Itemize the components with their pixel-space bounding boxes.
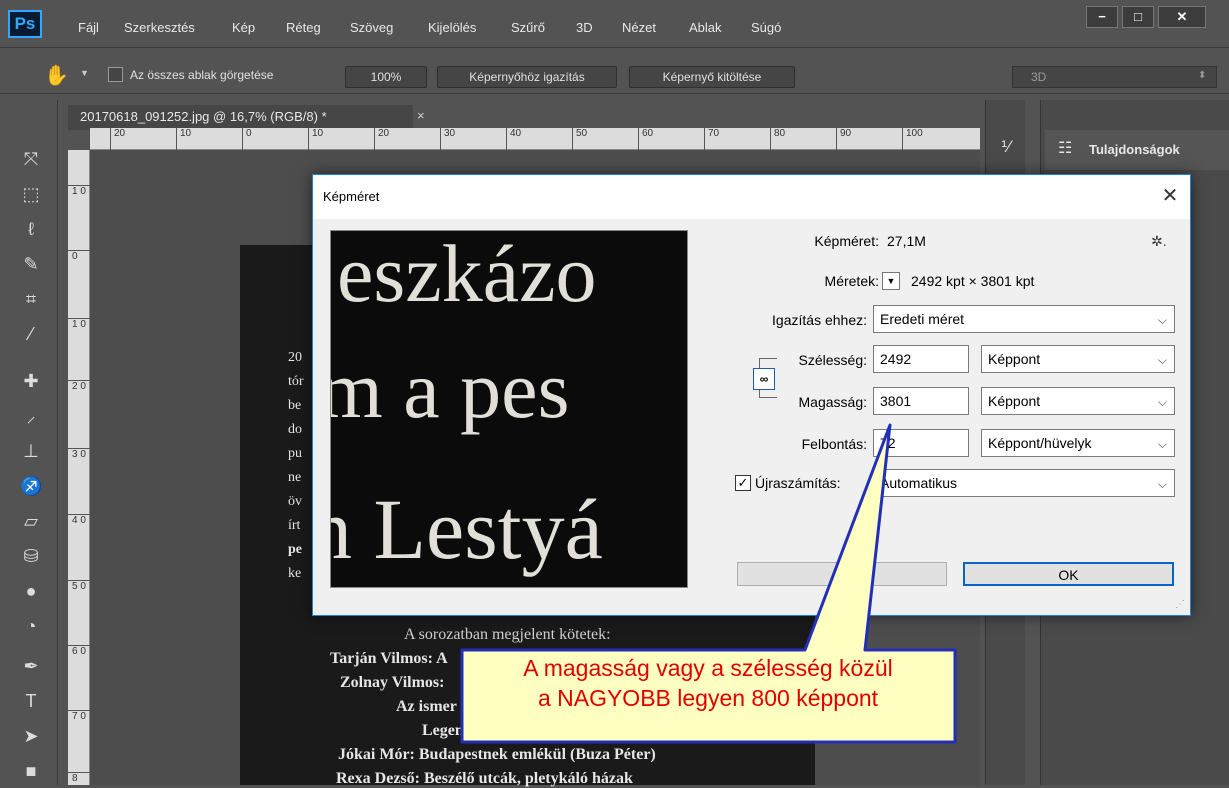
callout-text: A magasság vagy a szélesség közül a NAGY… bbox=[464, 653, 952, 739]
callout-line-1: A magasság vagy a szélesség közül bbox=[523, 655, 893, 681]
callout-line-2: a NAGYOBB legyen 800 képpont bbox=[537, 685, 879, 711]
